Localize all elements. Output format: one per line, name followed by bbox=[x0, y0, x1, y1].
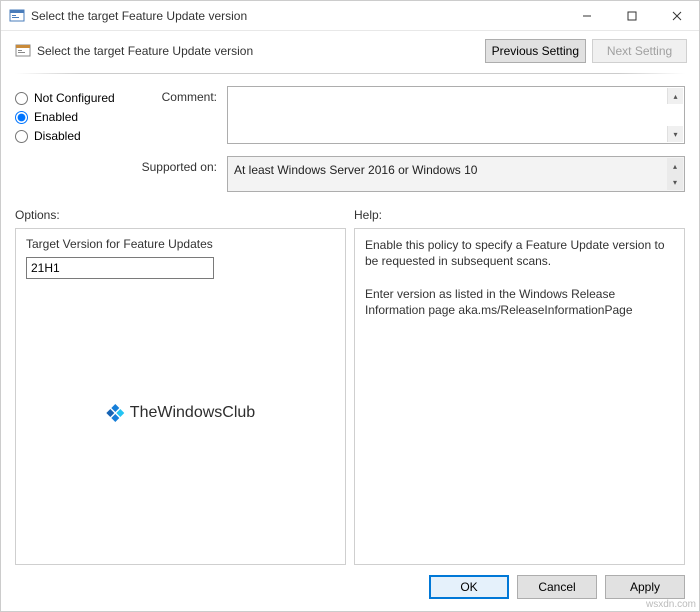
policy-icon bbox=[15, 43, 31, 59]
footer: OK Cancel Apply bbox=[1, 565, 699, 611]
radio-enabled[interactable]: Enabled bbox=[15, 110, 135, 124]
radio-group: Not Configured Enabled Disabled bbox=[15, 86, 135, 148]
supported-on-box: At least Windows Server 2016 or Windows … bbox=[227, 156, 685, 192]
app-icon bbox=[9, 8, 25, 24]
radio-disabled[interactable]: Disabled bbox=[15, 129, 135, 143]
target-version-input[interactable] bbox=[26, 257, 214, 279]
help-text: Enable this policy to specify a Feature … bbox=[365, 237, 674, 318]
cancel-button[interactable]: Cancel bbox=[517, 575, 597, 599]
close-button[interactable] bbox=[654, 1, 699, 31]
help-column: Help: Enable this policy to specify a Fe… bbox=[354, 208, 685, 565]
header-row: Select the target Feature Update version… bbox=[1, 31, 699, 73]
scroll-down-icon[interactable]: ▾ bbox=[667, 174, 683, 190]
supported-on-label: Supported on: bbox=[15, 156, 227, 192]
scroll-up-icon[interactable]: ▴ bbox=[667, 88, 683, 104]
watermark: TheWindowsClub bbox=[106, 404, 255, 422]
radio-disabled-input[interactable] bbox=[15, 130, 28, 143]
options-label: Options: bbox=[15, 208, 346, 222]
comment-textarea[interactable]: ▴ ▾ bbox=[227, 86, 685, 144]
target-version-label: Target Version for Feature Updates bbox=[26, 237, 335, 251]
main-columns: Options: Target Version for Feature Upda… bbox=[1, 202, 699, 565]
help-label: Help: bbox=[354, 208, 685, 222]
window-controls bbox=[564, 1, 699, 30]
options-column: Options: Target Version for Feature Upda… bbox=[15, 208, 346, 565]
scroll-down-icon[interactable]: ▾ bbox=[667, 126, 683, 142]
help-panel: Enable this policy to specify a Feature … bbox=[354, 228, 685, 565]
ok-button[interactable]: OK bbox=[429, 575, 509, 599]
next-setting-button[interactable]: Next Setting bbox=[592, 39, 687, 63]
previous-setting-button[interactable]: Previous Setting bbox=[485, 39, 586, 63]
config-row: Not Configured Enabled Disabled Comment:… bbox=[1, 82, 699, 152]
watermark-icon bbox=[106, 404, 124, 422]
radio-label: Not Configured bbox=[34, 91, 115, 105]
radio-enabled-input[interactable] bbox=[15, 111, 28, 124]
options-panel: Target Version for Feature Updates TheWi… bbox=[15, 228, 346, 565]
watermark-text: TheWindowsClub bbox=[130, 404, 255, 422]
minimize-button[interactable] bbox=[564, 1, 609, 31]
maximize-button[interactable] bbox=[609, 1, 654, 31]
apply-button[interactable]: Apply bbox=[605, 575, 685, 599]
supported-on-value: At least Windows Server 2016 or Windows … bbox=[228, 157, 684, 181]
radio-label: Disabled bbox=[34, 129, 81, 143]
radio-label: Enabled bbox=[34, 110, 78, 124]
radio-not-configured-input[interactable] bbox=[15, 92, 28, 105]
title-bar: Select the target Feature Update version bbox=[1, 1, 699, 31]
scroll-up-icon[interactable]: ▴ bbox=[667, 158, 683, 174]
comment-label: Comment: bbox=[135, 86, 227, 104]
comment-value bbox=[228, 87, 684, 143]
window-title: Select the target Feature Update version bbox=[31, 9, 564, 23]
supported-row: Supported on: At least Windows Server 20… bbox=[1, 152, 699, 202]
divider bbox=[15, 73, 685, 74]
policy-title: Select the target Feature Update version bbox=[37, 44, 479, 58]
radio-not-configured[interactable]: Not Configured bbox=[15, 91, 135, 105]
